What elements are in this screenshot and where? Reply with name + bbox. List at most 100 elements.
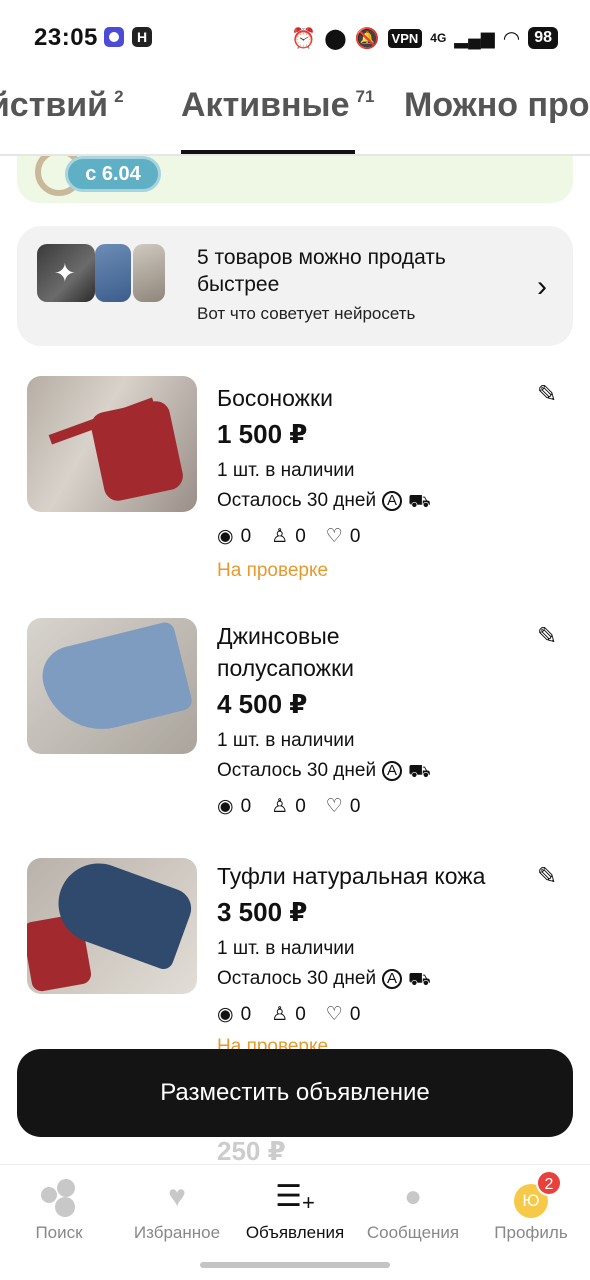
alarm-icon: ⏰ xyxy=(291,27,317,50)
edit-pencil-icon[interactable]: ✎ xyxy=(537,862,557,891)
thumbnail-image xyxy=(133,244,165,302)
tab-active[interactable]: Активные 71 xyxy=(181,86,374,125)
tab-actions[interactable]: ействий 2 xyxy=(0,86,124,125)
avatar-icon: Ю2 xyxy=(472,1170,590,1218)
location-icon: ⬤ xyxy=(324,27,347,50)
photo-detail xyxy=(36,620,194,742)
views-count: 0 xyxy=(240,526,252,547)
active-tab-indicator xyxy=(181,150,355,154)
status-icons: ⏰ ⬤ 🔕 VPN 4G ▂▄▆ ◠ 98 xyxy=(291,24,558,52)
days-left-text: Осталось 30 дней xyxy=(217,760,377,781)
nav-listings[interactable]: ☰+ Объявления xyxy=(236,1177,354,1243)
contacts-count: 0 xyxy=(295,1004,306,1025)
nav-label: Объявления xyxy=(245,1223,345,1242)
listing-price: 250 ₽ xyxy=(217,1136,286,1166)
vpn-icon: VPN xyxy=(387,28,423,48)
autoload-icon: A xyxy=(382,761,403,781)
nav-label: Избранное xyxy=(133,1223,221,1242)
listing-title: Джинсовые полусапожки xyxy=(217,623,354,681)
listing-info: Джинсовые полусапожки 4 500 ₽ 1 шт. в на… xyxy=(217,620,527,822)
listing-stats: ◉ 0 ♙ 0 ♡ 0 xyxy=(217,1000,527,1030)
listing-photo[interactable] xyxy=(27,858,197,994)
nav-label: Поиск xyxy=(35,1223,83,1242)
home-indicator[interactable] xyxy=(200,1262,390,1268)
listing-price: 1 500 ₽ xyxy=(217,419,308,449)
ai-card-subtitle: Вот что советует нейросеть xyxy=(197,304,416,323)
contacts-count: 0 xyxy=(295,796,306,817)
listing-info: Босоножки 1 500 ₽ 1 шт. в наличии Остало… xyxy=(217,382,527,586)
tab-label: Активные xyxy=(181,86,350,124)
nav-favorites[interactable]: ♥ Избранное xyxy=(118,1177,236,1243)
heart-outline-icon: ♡ xyxy=(325,526,343,547)
status-time: 23:05 xyxy=(34,24,98,51)
tab-count: 71 xyxy=(355,87,375,106)
delivery-truck-icon: ⛟ xyxy=(408,969,431,989)
heart-icon: ♥ xyxy=(168,1180,186,1213)
nav-messages[interactable]: ● Сообщения xyxy=(354,1177,472,1243)
autoload-icon: A xyxy=(382,969,403,989)
autoload-icon: A xyxy=(382,491,403,511)
edit-pencil-icon[interactable]: ✎ xyxy=(537,622,557,651)
listing-tabs: ействий 2 Активные 71 Можно про xyxy=(0,76,590,156)
thumbnail-image xyxy=(95,244,131,302)
listing-photo[interactable] xyxy=(27,376,197,512)
tab-label: ействий xyxy=(0,86,109,124)
listing-title: Туфли натуральная кожа xyxy=(217,863,486,889)
delivery-truck-icon: ⛟ xyxy=(408,491,431,511)
sparkle-icon: ✦ xyxy=(54,258,76,288)
listings-add-icon: ☰+ xyxy=(275,1180,315,1215)
heart-outline-icon: ♡ xyxy=(325,1004,343,1025)
listing-days-left: Осталось 30 дней A ⛟ xyxy=(217,486,527,516)
days-left-text: Осталось 30 дней xyxy=(217,968,377,989)
contacts-count: 0 xyxy=(295,526,306,547)
views-count: 0 xyxy=(240,796,252,817)
listing-stock: 1 шт. в наличии xyxy=(217,938,355,959)
edit-pencil-icon[interactable]: ✎ xyxy=(537,380,557,409)
listing-price: 4 500 ₽ xyxy=(217,689,308,719)
listing-stock: 1 шт. в наличии xyxy=(217,730,355,751)
moderation-status: На проверке xyxy=(217,560,329,581)
listing-stats: ◉ 0 ♙ 0 ♡ 0 xyxy=(217,522,527,552)
ai-suggestion-card[interactable]: ✦ 5 товаров можно продать быстрее Вот чт… xyxy=(17,226,573,346)
listing-title: Босоножки xyxy=(217,385,333,411)
nav-search[interactable]: Поиск xyxy=(0,1177,118,1243)
wifi-icon: ◠ xyxy=(502,27,521,50)
heart-outline-icon: ♡ xyxy=(325,796,343,817)
status-bar: 23:05 H ⏰ ⬤ 🔕 VPN 4G ▂▄▆ ◠ 98 xyxy=(0,0,590,76)
ai-card-title: 5 товаров можно продать быстрее xyxy=(197,246,446,296)
mute-icon: 🔕 xyxy=(354,27,380,50)
eye-icon: ◉ xyxy=(217,1004,234,1025)
days-left-text: Осталось 30 дней xyxy=(217,490,377,511)
chat-bubble-icon: ● xyxy=(403,1180,423,1213)
listing-stock: 1 шт. в наличии xyxy=(217,460,355,481)
app-notification-icon xyxy=(104,27,124,47)
search-dots-icon xyxy=(0,1177,118,1217)
eye-icon: ◉ xyxy=(217,796,234,817)
listing-info: Туфли натуральная кожа 3 500 ₽ 1 шт. в н… xyxy=(217,860,527,1030)
nav-profile[interactable]: Ю2 Профиль xyxy=(472,1170,590,1243)
listing-days-left: Осталось 30 дней A ⛟ xyxy=(217,964,527,994)
views-count: 0 xyxy=(240,1004,252,1025)
place-ad-button[interactable]: Разместить объявление xyxy=(17,1049,573,1137)
app-h-icon: H xyxy=(132,27,152,47)
network-label: 4G xyxy=(430,31,447,45)
listing-stats: ◉ 0 ♙ 0 ♡ 0 xyxy=(217,792,527,822)
delivery-truck-icon: ⛟ xyxy=(408,761,431,781)
person-icon: ♙ xyxy=(271,1004,289,1025)
avatar-letter: Ю xyxy=(522,1191,540,1210)
tab-label: Можно про xyxy=(404,86,590,124)
listing-price: 3 500 ₽ xyxy=(217,897,308,927)
avatar: Ю2 xyxy=(514,1170,562,1218)
person-icon: ♙ xyxy=(271,796,289,817)
banner-date-pill: с 6.04 xyxy=(65,156,161,192)
photo-detail xyxy=(88,398,186,504)
listing-days-left: Осталось 30 дней A ⛟ xyxy=(217,756,527,786)
tab-count: 2 xyxy=(114,87,124,106)
signal-icon: ▂▄▆ xyxy=(454,27,495,48)
eye-icon: ◉ xyxy=(217,526,234,547)
likes-count: 0 xyxy=(349,796,361,817)
listing-photo[interactable] xyxy=(27,618,197,754)
person-icon: ♙ xyxy=(271,526,289,547)
nav-label: Профиль xyxy=(494,1223,568,1242)
tab-can-sell[interactable]: Можно про xyxy=(404,86,590,125)
